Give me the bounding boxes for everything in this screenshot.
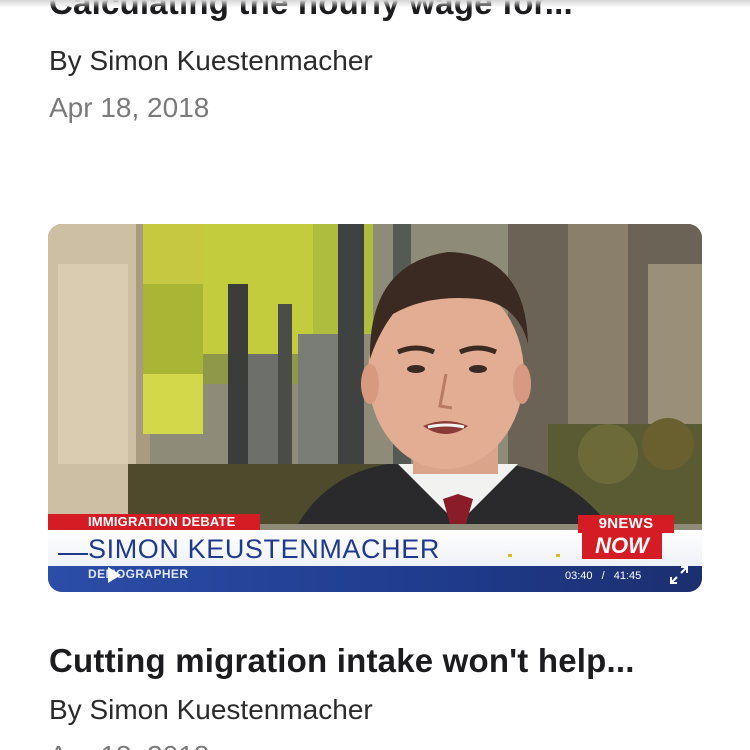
article-author: By Simon Kuestenmacher [49,45,373,76]
header-shadow [0,0,750,8]
news-lower-third: IMMIGRATION DEBATE SIMON KEUSTENMACHER D… [48,224,702,592]
time-display: 03:40 / 41:45 [565,570,641,582]
name-accent-line [58,553,88,555]
play-icon[interactable] [108,567,121,583]
speaker-name: SIMON KEUSTENMACHER [88,534,440,564]
article-title[interactable]: Cutting migration intake won't help... [49,642,635,680]
accent-dot [508,554,512,557]
article-feed: Calculating the hourly wage for... By Si… [0,0,750,750]
duration: 41:45 [613,570,642,582]
video-player[interactable]: IMMIGRATION DEBATE SIMON KEUSTENMACHER D… [48,224,702,592]
article-author: By Simon Kuestenmacher [49,694,373,725]
channel-logo: 9NEWS NOW [574,515,674,563]
expand-icon[interactable] [668,564,690,586]
current-time: 03:40 [565,570,593,582]
time-separator: / [601,570,605,582]
logo-top-text: 9NEWS [578,515,674,533]
article-date: Apr 18, 2018 [49,92,210,123]
topic-tag: IMMIGRATION DEBATE [48,514,260,530]
accent-dot [556,554,560,557]
logo-bottom-text: NOW [582,533,662,559]
speaker-role: DEMOGRAPHER [88,567,189,581]
article-date: Apr 18, 2018 [49,740,209,750]
